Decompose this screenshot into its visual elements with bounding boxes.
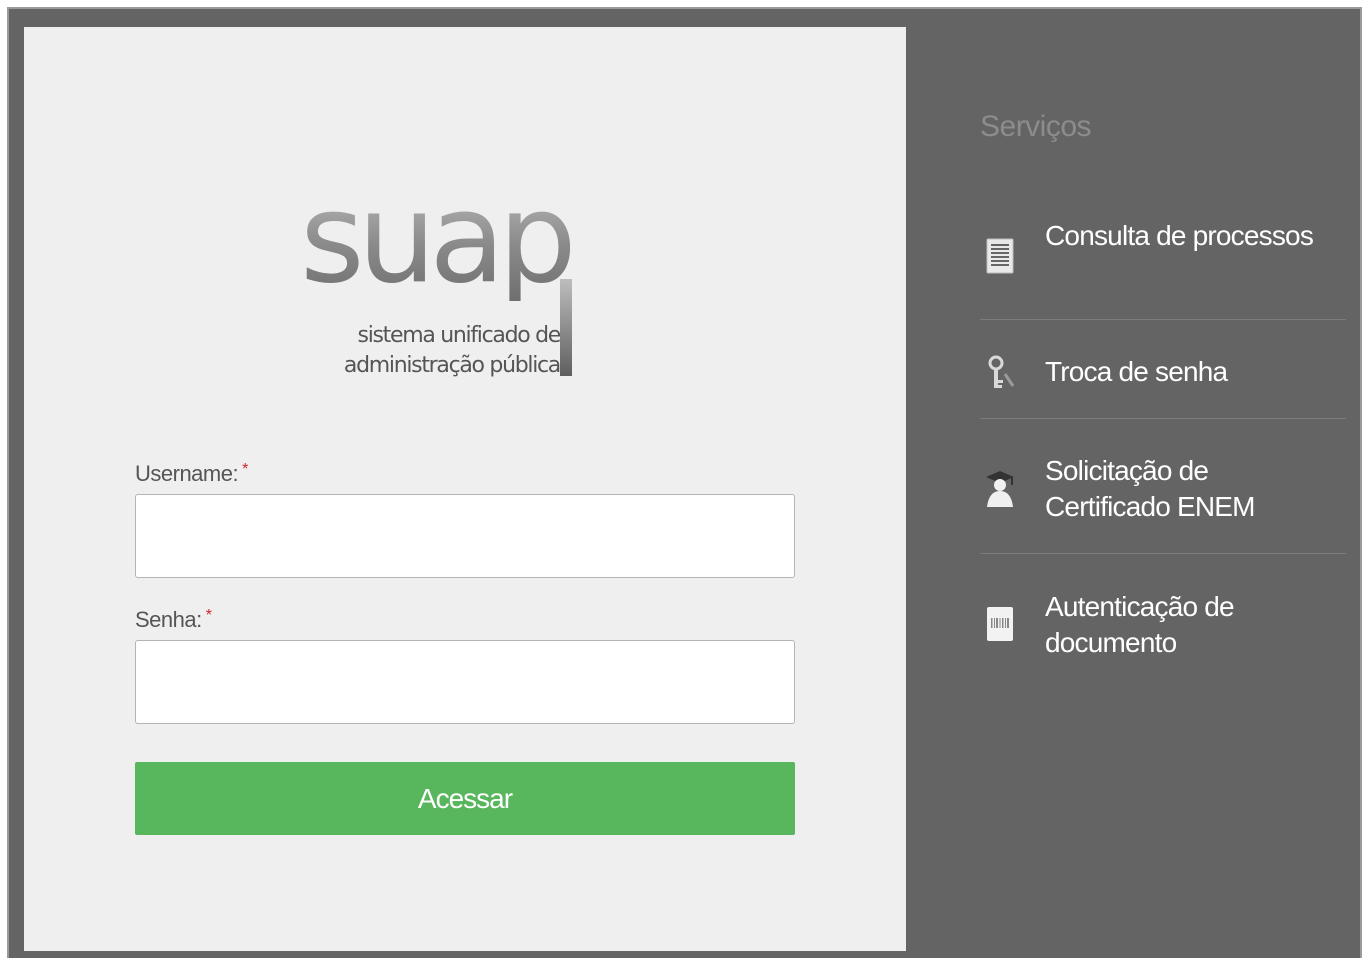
services-title: Serviços — [980, 110, 1092, 143]
password-label: Senha: * — [135, 607, 212, 633]
service-label: Solicitação de Certificado ENEM — [1045, 455, 1256, 522]
service-autenticacao-documento[interactable]: Autenticação de documento — [980, 589, 1346, 669]
logo-bar — [560, 279, 572, 376]
service-label: Consulta de processos — [1045, 220, 1314, 251]
username-input[interactable] — [135, 494, 795, 578]
logo-tagline-line1: sistema unificado de — [357, 323, 562, 348]
logo-tagline-line2: administração pública — [343, 353, 561, 378]
service-consulta-processos[interactable]: Consulta de processos — [980, 218, 1346, 298]
login-panel: suap sistema unificado de administração … — [24, 27, 906, 951]
document-list-icon — [986, 238, 1014, 274]
service-divider — [980, 418, 1346, 419]
login-button[interactable]: Acessar — [135, 762, 795, 835]
username-label: Username: * — [135, 461, 248, 487]
password-required-marker: * — [205, 607, 212, 624]
service-divider — [980, 319, 1346, 320]
service-divider — [980, 553, 1346, 554]
password-label-text: Senha: — [135, 607, 202, 632]
service-label: Troca de senha — [1045, 356, 1228, 387]
service-certificado-enem[interactable]: Solicitação de Certificado ENEM — [980, 453, 1346, 533]
suap-logo: suap sistema unificado de administração … — [300, 177, 660, 387]
username-required-marker: * — [242, 461, 248, 478]
graduate-icon — [986, 471, 1014, 507]
username-label-text: Username: — [135, 461, 239, 486]
key-icon — [988, 355, 1015, 388]
barcode-document-icon — [987, 607, 1013, 641]
service-troca-senha[interactable]: Troca de senha — [980, 354, 1346, 398]
password-input[interactable] — [135, 640, 795, 724]
logo-word: suap — [300, 167, 577, 311]
service-label: Autenticação de documento — [1045, 591, 1235, 658]
